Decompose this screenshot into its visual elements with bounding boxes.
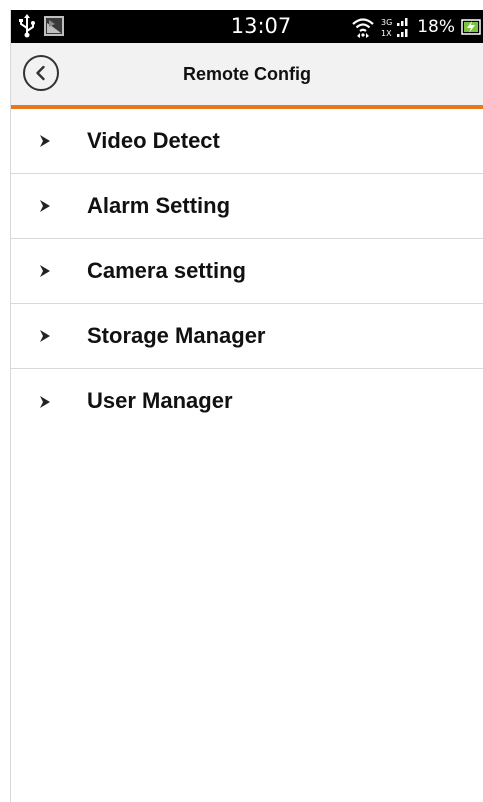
menu-item-label: Video Detect	[87, 128, 220, 153]
status-bar-right: 3G 1X 18%	[351, 10, 481, 43]
wifi-icon	[352, 17, 374, 38]
chevron-right-icon	[40, 135, 50, 147]
signal-label-bottom: 1X	[381, 29, 392, 38]
menu-item-label: User Manager	[87, 388, 233, 413]
menu-item-label: Camera setting	[87, 258, 246, 283]
remote-config-menu: Video Detect Alarm Setting Camera settin…	[11, 109, 483, 434]
menu-item-label: Storage Manager	[87, 323, 266, 348]
app-header: Remote Config	[11, 43, 483, 109]
battery-percent: 18%	[417, 16, 455, 37]
signal-label-top: 3G	[381, 18, 392, 27]
menu-item-video-detect[interactable]: Video Detect	[11, 109, 483, 174]
chevron-right-icon	[40, 330, 50, 342]
menu-item-storage-manager[interactable]: Storage Manager	[11, 304, 483, 369]
menu-item-user-manager[interactable]: User Manager	[11, 369, 483, 434]
page-title: Remote Config	[183, 64, 311, 84]
chevron-right-icon	[40, 265, 50, 277]
status-bar: 13:07 3G 1X 18%	[11, 10, 483, 43]
chevron-right-icon	[40, 395, 50, 408]
battery-charging-icon	[461, 18, 481, 35]
menu-item-alarm-setting[interactable]: Alarm Setting	[11, 174, 483, 239]
signal-icon: 3G 1X	[381, 17, 408, 38]
chevron-right-icon	[40, 200, 50, 212]
app-screen: 13:07 3G 1X 18% Remote Config Video Dete…	[10, 10, 483, 802]
menu-item-camera-setting[interactable]: Camera setting	[11, 239, 483, 304]
menu-item-label: Alarm Setting	[87, 193, 231, 218]
